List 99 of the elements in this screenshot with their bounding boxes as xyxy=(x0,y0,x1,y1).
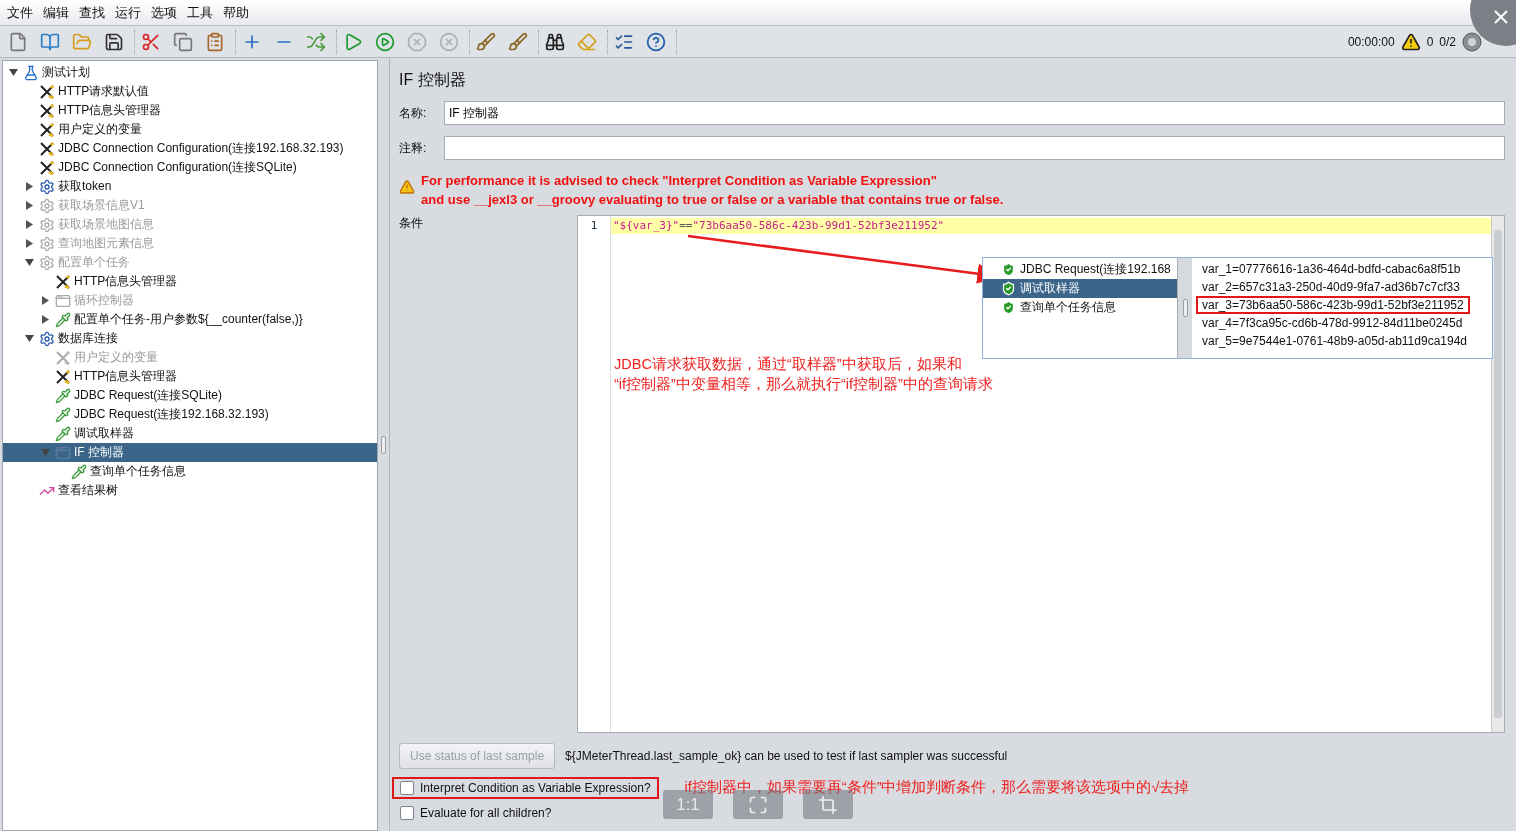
shield-check-icon xyxy=(1001,262,1016,277)
checkbox[interactable] xyxy=(400,780,414,795)
splitter-handle[interactable] xyxy=(381,435,386,454)
thread-count: 0/2 xyxy=(1439,34,1456,49)
tree-item[interactable]: JDBC Request(连接192.168.32.193) xyxy=(3,405,377,424)
tree-item[interactable]: 查询单个任务信息 xyxy=(3,462,377,481)
pipette-icon xyxy=(71,463,87,480)
tree-item[interactable]: 测试计划 xyxy=(3,63,377,82)
gear-icon xyxy=(39,330,55,347)
book-icon[interactable] xyxy=(40,31,60,52)
scrollbar[interactable] xyxy=(1491,216,1504,732)
shield-check-icon xyxy=(1001,281,1016,296)
brush-icon[interactable] xyxy=(476,31,496,52)
tools-icon xyxy=(39,121,55,138)
menu-item[interactable]: 编辑 xyxy=(38,3,74,22)
tools-icon xyxy=(39,102,55,119)
play-circle-icon[interactable] xyxy=(375,31,395,52)
tree-item[interactable]: 获取token xyxy=(3,177,377,196)
crop-icon xyxy=(818,794,838,815)
code-editor[interactable] xyxy=(577,215,1505,733)
save-icon[interactable] xyxy=(104,31,124,52)
flask-icon xyxy=(23,64,39,81)
checkbox-option[interactable]: Evaluate for all children? xyxy=(392,801,560,824)
gear-icon xyxy=(39,216,55,233)
help-icon[interactable] xyxy=(646,31,666,52)
tree-item[interactable]: 调试取样器 xyxy=(3,424,377,443)
status-indicator-icon xyxy=(1462,31,1482,52)
pipette-icon xyxy=(55,406,71,423)
warning-icon xyxy=(399,179,415,195)
window-icon xyxy=(55,292,71,309)
hint-text: ${JMeterThread.last_sample_ok} can be used to test if last sampler was successful xyxy=(565,749,1008,763)
tools-icon xyxy=(55,273,71,290)
tree-item[interactable]: JDBC Connection Configuration(连接SQLite) xyxy=(3,158,377,177)
menu-item[interactable]: 帮助 xyxy=(218,3,254,22)
variable-line: var_2=657c31a3-250d-40d9-9fa7-ad36b7c7cf33 xyxy=(1201,279,1461,296)
field-label: 条件 xyxy=(399,215,424,232)
tools-icon xyxy=(39,83,55,100)
tree-item[interactable]: 查看结果树 xyxy=(3,481,377,500)
warning-icon[interactable] xyxy=(1400,31,1421,52)
elapsed-time: 00:00:00 xyxy=(1347,34,1395,49)
variable-line: var_5=9e7544e1-0761-48b9-a05d-ab11d9ca194d xyxy=(1201,333,1468,350)
tree-item[interactable]: HTTP信息头管理器 xyxy=(3,367,377,386)
fit-screen-icon xyxy=(748,794,768,815)
tree-item[interactable]: 用户定义的变量 xyxy=(3,120,377,139)
pipette-icon xyxy=(55,387,71,404)
clipboard-icon[interactable] xyxy=(205,31,225,52)
close-icon xyxy=(1494,10,1508,24)
warning-count: 0 xyxy=(1426,34,1434,49)
gear-icon xyxy=(39,178,55,195)
variable-line: var_1=07776616-1a36-464d-bdfd-cabac6a8f51b xyxy=(1201,261,1462,278)
panel-title: IF 控制器 xyxy=(399,70,467,90)
pipette-icon xyxy=(55,425,71,442)
caret-icon[interactable] xyxy=(25,182,34,191)
splitter-handle[interactable] xyxy=(1182,299,1188,317)
annotation-note: JDBC请求获取数据，通过“取样器”中获取后，如果和 “if控制器”中变量相等，那么就执行“if控制器”中的查询请求 xyxy=(614,355,993,394)
tree-item[interactable]: HTTP请求默认值 xyxy=(3,82,377,101)
menu-item[interactable]: 查找 xyxy=(74,3,110,22)
pipette-icon xyxy=(55,311,71,328)
tools-icon xyxy=(55,349,71,366)
tree-item[interactable]: JDBC Request(连接SQLite) xyxy=(3,386,377,405)
field-label: 名称: xyxy=(399,104,428,122)
binoculars-icon[interactable] xyxy=(545,31,565,52)
field-label: 注释: xyxy=(399,139,428,157)
result-item[interactable]: JDBC Request(连接192.168 xyxy=(983,260,1177,279)
variable-line: var_4=7f3ca95c-cd6b-478d-9912-84d11be0245d xyxy=(1201,315,1464,332)
new-file-icon[interactable] xyxy=(8,31,28,52)
caret-icon[interactable] xyxy=(25,334,34,343)
tools-icon xyxy=(39,159,55,176)
menu-item[interactable]: 工具 xyxy=(182,3,218,22)
eraser-icon[interactable] xyxy=(577,31,597,52)
menu-item[interactable]: 选项 xyxy=(146,3,182,22)
shuffle-icon[interactable] xyxy=(306,31,326,52)
warning-message: For performance it is advised to check "Interpret Condition as Variable Expression" and use __jexl3 or __groovy evaluating to true or false or a variable that contains true or false. xyxy=(421,172,1004,209)
comment-field[interactable] xyxy=(444,136,1505,160)
window-icon xyxy=(55,444,71,461)
tools-icon xyxy=(39,140,55,157)
scissors-icon[interactable] xyxy=(141,31,161,52)
menu-item[interactable]: 文件 xyxy=(2,3,38,22)
folder-icon[interactable] xyxy=(72,31,92,52)
caret-icon[interactable] xyxy=(9,68,18,77)
play-icon[interactable] xyxy=(343,31,363,52)
checkbox[interactable] xyxy=(400,805,414,820)
brush-icon[interactable] xyxy=(508,31,528,52)
tree-item[interactable]: HTTP信息头管理器 xyxy=(3,101,377,120)
shield-check-icon xyxy=(1001,300,1016,315)
copy-icon[interactable] xyxy=(173,31,193,52)
gear-icon xyxy=(39,254,55,271)
tree-item[interactable]: JDBC Connection Configuration(连接192.168.32.193) xyxy=(3,139,377,158)
checkbox-option[interactable]: Interpret Condition as Variable Expression? xyxy=(392,776,659,799)
tree-item[interactable]: IF 控制器 xyxy=(3,443,377,462)
name-field[interactable]: IF 控制器 xyxy=(444,101,1505,125)
gear-icon xyxy=(39,197,55,214)
line-number: 1 xyxy=(589,218,599,234)
result-item[interactable]: 调试取样器 xyxy=(983,279,1177,298)
gear-icon xyxy=(39,235,55,252)
menu-item[interactable]: 运行 xyxy=(110,3,146,22)
tools-icon xyxy=(55,368,71,385)
tree-item[interactable]: 数据库连接 xyxy=(3,329,377,348)
result-item[interactable]: 查询单个任务信息 xyxy=(983,298,1177,317)
